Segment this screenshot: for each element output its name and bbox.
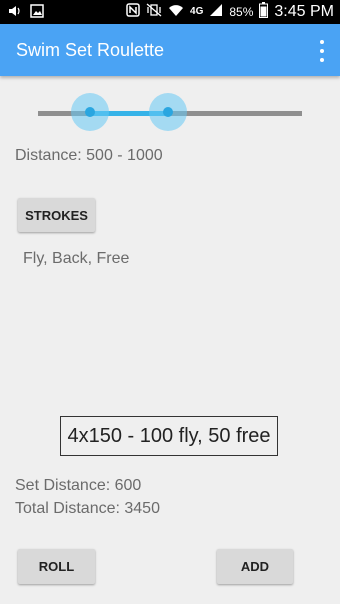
- battery-icon: [259, 2, 269, 21]
- overflow-menu-icon[interactable]: [316, 40, 328, 62]
- battery-percent: 85%: [229, 4, 254, 19]
- roll-button[interactable]: ROLL: [18, 549, 95, 584]
- app-bar: Swim Set Roulette: [0, 24, 340, 76]
- slider-min-thumb[interactable]: [71, 93, 109, 131]
- total-distance-text: Total Distance: 3450: [15, 500, 160, 517]
- set-distance-text: Set Distance: 600: [15, 477, 142, 494]
- app-title: Swim Set Roulette: [16, 40, 165, 60]
- wifi-icon: [168, 3, 184, 20]
- strokes-button[interactable]: STROKES: [18, 198, 95, 232]
- lte-icon: 4G: [190, 6, 204, 17]
- status-bar: 4G 85% 3:45 PM: [0, 0, 340, 24]
- gallery-icon: [30, 4, 44, 23]
- slider-max-thumb[interactable]: [149, 93, 187, 131]
- volume-icon: [8, 4, 22, 23]
- nfc-icon: [126, 3, 140, 20]
- status-time: 3:45 PM: [274, 2, 334, 20]
- signal-icon: [209, 3, 223, 20]
- add-button[interactable]: ADD: [217, 549, 293, 584]
- distance-range-label: Distance: 500 - 1000: [15, 147, 163, 164]
- swim-set-result: 4x150 - 100 fly, 50 free: [60, 416, 278, 456]
- selected-strokes-text: Fly, Back, Free: [23, 250, 130, 267]
- status-right-icons: 4G 85% 3:45 PM: [126, 2, 334, 21]
- status-left-icons: [8, 4, 44, 23]
- distance-range-slider[interactable]: [38, 93, 302, 131]
- vibrate-off-icon: [146, 3, 162, 20]
